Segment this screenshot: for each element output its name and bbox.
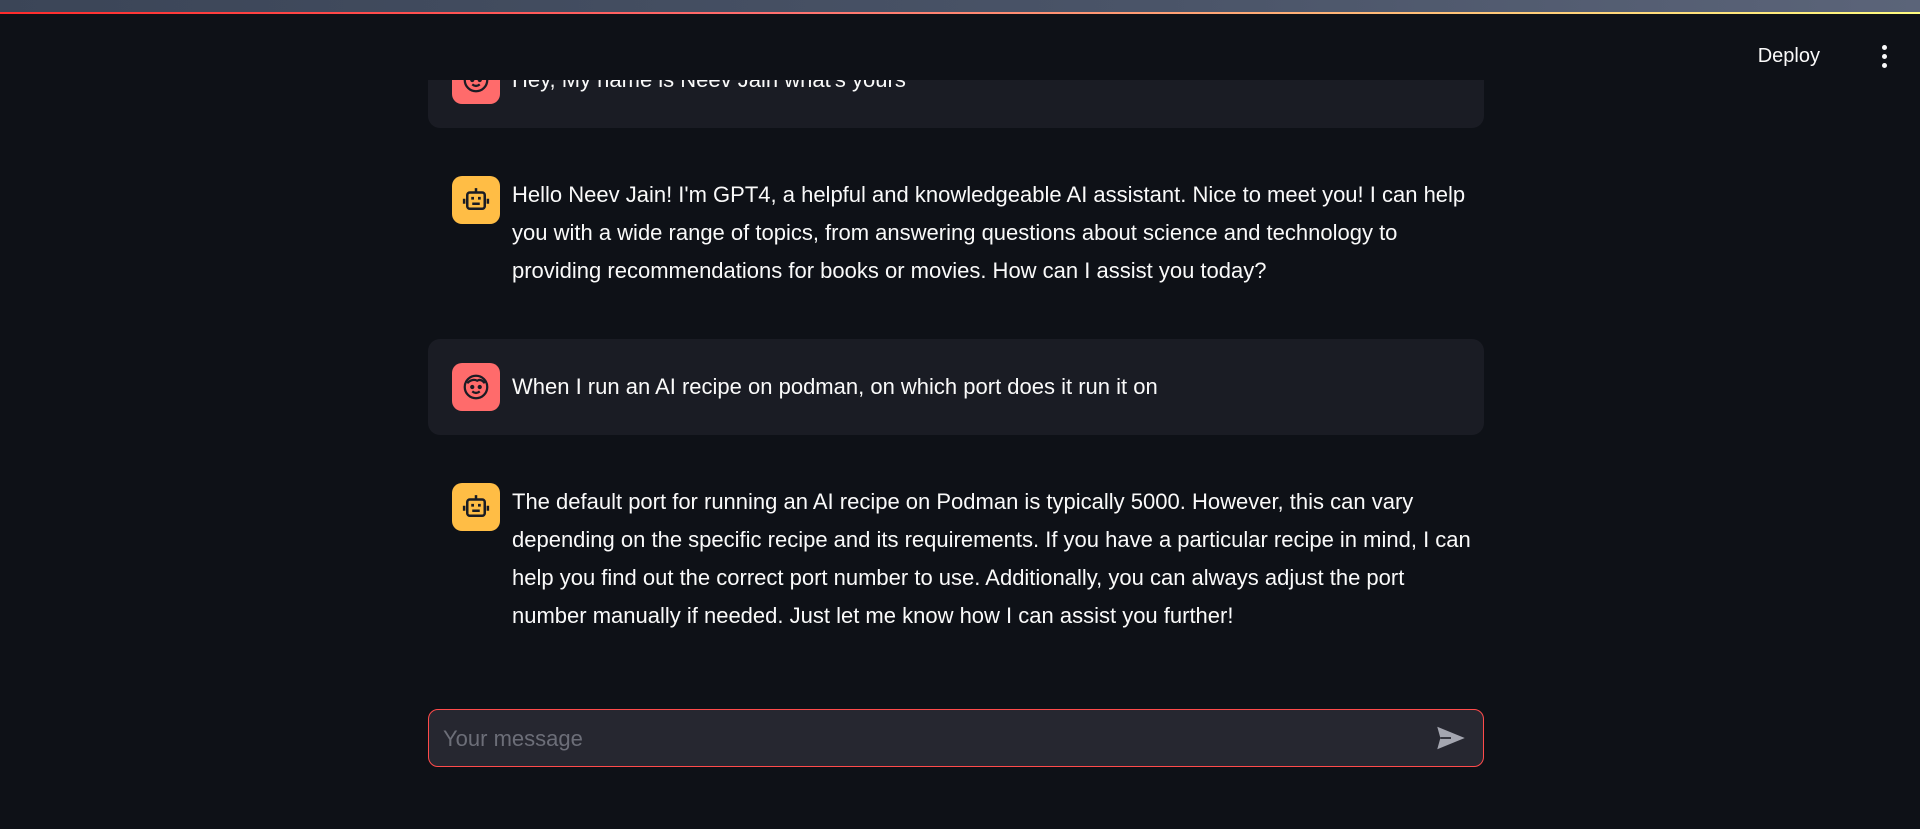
send-icon	[1437, 726, 1465, 750]
robot-icon	[462, 188, 490, 210]
chat-message-text: Hello Neev Jain! I'm GPT4, a helpful and…	[512, 182, 1466, 283]
robot-icon	[462, 495, 490, 517]
user-avatar	[452, 363, 500, 411]
chat-message-text: When I run an AI recipe on podman, on wh…	[512, 374, 1158, 399]
main-menu-button[interactable]	[1866, 36, 1902, 76]
deploy-button[interactable]: Deploy	[1746, 36, 1832, 76]
chat-input-container	[428, 709, 1484, 767]
chat-message-user: When I run an AI recipe on podman, on wh…	[428, 339, 1484, 435]
chat-message-text: The default port for running an AI recip…	[512, 489, 1471, 628]
more-vertical-icon-dot	[1881, 62, 1887, 68]
assistant-avatar	[452, 176, 500, 224]
chat-message-list: Hey, My name is Neev Jain what's yours H…	[428, 0, 1484, 700]
send-button[interactable]	[1433, 722, 1469, 754]
user-face-icon	[463, 374, 489, 400]
app-header: Deploy	[0, 14, 1920, 80]
chat-message-assistant: The default port for running an AI recip…	[428, 459, 1484, 659]
assistant-avatar	[452, 483, 500, 531]
chat-message-input[interactable]	[441, 710, 1405, 767]
more-vertical-icon-dot	[1881, 53, 1887, 59]
chat-message-assistant: Hello Neev Jain! I'm GPT4, a helpful and…	[428, 152, 1484, 314]
more-vertical-icon	[1881, 44, 1887, 50]
